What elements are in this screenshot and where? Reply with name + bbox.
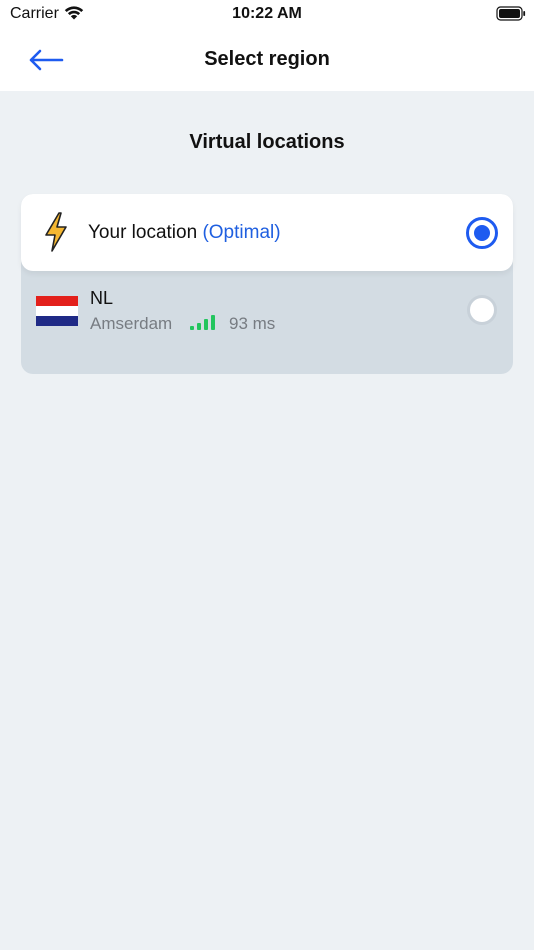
status-bar: Carrier 10:22 AM (0, 0, 534, 30)
optimal-tag: (Optimal) (202, 222, 281, 243)
location-list: Your location (Optimal) NL Amserdam 93 m… (21, 194, 513, 374)
battery-icon (496, 6, 526, 27)
location-option-your-location[interactable]: Your location (Optimal) (21, 194, 513, 271)
ping-value: 93 ms (229, 314, 276, 333)
page-title: Select region (204, 48, 330, 70)
location-option-nl[interactable]: NL Amserdam 93 ms (21, 274, 513, 374)
radio-selected[interactable] (466, 217, 498, 249)
netherlands-flag-icon (36, 296, 78, 326)
location-label: Your location (Optimal) (88, 222, 281, 244)
country-code: NL (90, 288, 114, 308)
location-name: Your location (88, 222, 198, 243)
signal-strength-icon (188, 312, 220, 337)
city-name: Amserdam (90, 314, 173, 333)
radio-unselected[interactable] (467, 295, 497, 325)
navigation-bar: Select region (0, 30, 534, 91)
radio-dot (474, 225, 490, 241)
clock-time: 10:22 AM (232, 5, 302, 22)
lightning-bolt-icon (43, 212, 69, 257)
section-title: Virtual locations (189, 131, 345, 153)
